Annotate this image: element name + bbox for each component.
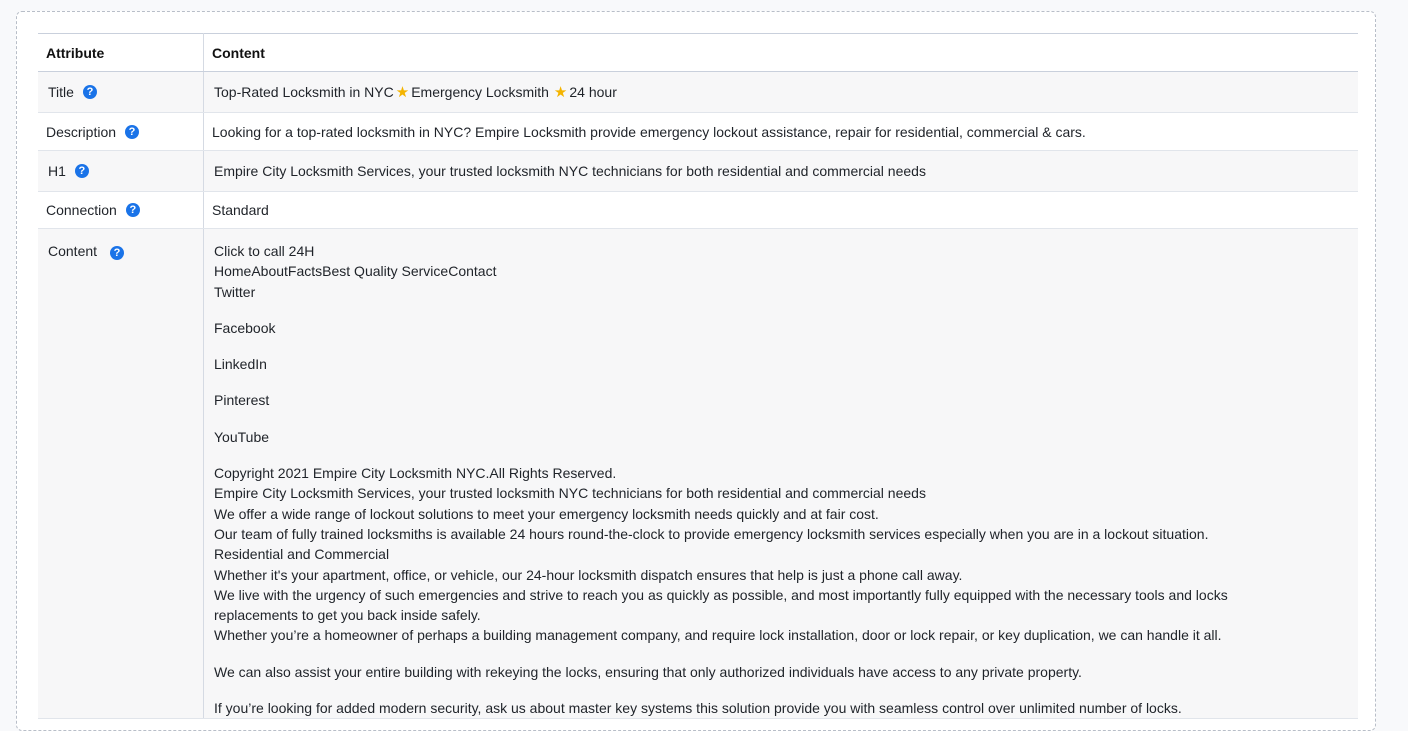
content-line: HomeAboutFactsBest Quality ServiceContac… <box>214 263 497 280</box>
table-row-h1: H1 ? Empire City Locksmith Services, you… <box>38 150 1358 192</box>
question-circle-icon[interactable]: ? <box>125 124 140 139</box>
column-header-content: Content <box>203 33 1358 72</box>
content-line: If you’re looking for added modern secur… <box>214 700 1182 717</box>
question-circle-icon[interactable]: ? <box>109 246 124 260</box>
star-icon: ★ <box>553 84 568 101</box>
content-line: YouTube <box>214 428 270 445</box>
content-line: Residential and Commercial <box>214 546 390 563</box>
table-row-description: Description ? Looking for a top-rated lo… <box>38 112 1358 151</box>
table-row-content: Content ? Click to call 24H HomeAboutFac… <box>38 228 1358 720</box>
content-line: We offer a wide range of lockout solutio… <box>214 505 879 522</box>
connection-value: Standard <box>212 202 269 218</box>
content-line: Whether you’re a homeowner of perhaps a … <box>214 627 1222 644</box>
content-line: We can also assist your entire building … <box>214 663 1082 680</box>
content-line: Copyright 2021 Empire City Locksmith NYC… <box>214 465 617 482</box>
content-line: Whether it's your apartment, office, or … <box>214 566 963 583</box>
content-line: Pinterest <box>214 392 270 409</box>
content-line: We live with the urgency of such emergen… <box>214 586 1228 624</box>
h1-value: Empire City Locksmith Services, your tru… <box>214 163 926 179</box>
content-value: Click to call 24H HomeAboutFactsBest Qua… <box>212 229 1350 718</box>
attributes-panel: Attribute Content Title ? Top-Rated Lock… <box>16 11 1376 731</box>
column-header-attribute: Attribute <box>38 33 204 72</box>
question-circle-icon[interactable]: ? <box>82 85 97 99</box>
table-header-row: Attribute Content <box>38 33 1358 72</box>
title-label: Title <box>48 84 74 100</box>
connection-label: Connection <box>46 202 117 218</box>
h1-label: H1 <box>48 163 66 179</box>
content-line: Empire City Locksmith Services, your tru… <box>214 485 926 502</box>
title-value: Top-Rated Locksmith in NYC ★ Emergency L… <box>214 84 617 101</box>
content-line: Click to call 24H <box>214 243 315 259</box>
table-row-connection: Connection ? Standard <box>38 191 1358 229</box>
question-circle-icon[interactable]: ? <box>74 164 89 178</box>
description-label: Description <box>46 123 117 140</box>
description-value: Looking for a top-rated locksmith in NYC… <box>212 123 1086 140</box>
content-line: LinkedIn <box>214 356 267 373</box>
table-row-title: Title ? Top-Rated Locksmith in NYC ★ Eme… <box>38 71 1358 113</box>
content-line: Facebook <box>214 319 276 336</box>
attributes-table: Attribute Content Title ? Top-Rated Lock… <box>38 33 1358 720</box>
content-label: Content <box>48 243 98 259</box>
content-line: Twitter <box>214 283 256 300</box>
content-line: Our team of fully trained locksmiths is … <box>214 525 1209 542</box>
star-icon: ★ <box>395 84 410 101</box>
question-circle-icon[interactable]: ? <box>125 203 140 217</box>
